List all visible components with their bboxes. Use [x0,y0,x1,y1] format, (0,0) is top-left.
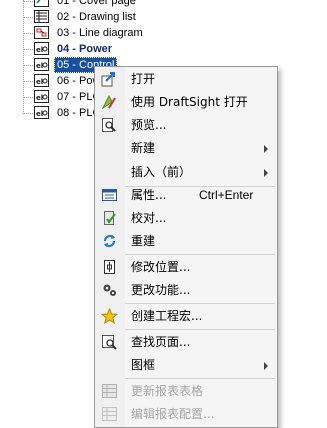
tree-branch [24,49,33,50]
function-gears-icon [103,284,116,296]
menu-item-open-draftsight[interactable]: 使用 DraftSight 打开 [95,91,277,113]
cover-page-icon [34,0,49,7]
menu-item-properties[interactable]: 属性... Ctrl+Enter [95,184,277,206]
menu-item-label: 修改位置... [131,260,191,274]
menu-item-label: 使用 DraftSight 打开 [131,95,248,109]
svg-text:el: el [36,110,43,118]
menu-separator [125,254,275,255]
context-menu: 打开 使用 DraftSight 打开 预览... 新建 插入（前） 属性...… [94,66,278,428]
draftsight-icon [101,94,116,110]
menu-item-update-report-table: 更新报表表格 [95,380,277,402]
menu-item-check[interactable]: 校对... [95,207,277,229]
menu-separator [125,329,275,330]
tree-item-label: 04 - Power [57,43,113,55]
menu-item-rebuild[interactable]: 重建 [95,230,277,252]
svg-text:el: el [36,62,43,70]
position-icon [104,260,115,274]
tree-item-power[interactable]: el 04 - Power [0,41,200,57]
submenu-arrow-icon [264,145,268,153]
menu-item-label: 更新报表表格 [131,384,204,398]
menu-item-create-macro[interactable]: 创建工程宏... [95,305,277,327]
tree-item-drawing-list[interactable]: 02 - Drawing list [0,9,200,25]
menu-item-shortcut: Ctrl+Enter [199,188,254,202]
svg-text:el: el [36,46,43,54]
tree-item-line-diagram[interactable]: 03 - Line diagram [0,25,200,41]
tree-item-label: 03 - Line diagram [57,27,143,39]
submenu-arrow-icon [264,169,268,177]
menu-item-new[interactable]: 新建 [95,137,277,159]
menu-item-label: 插入（前） [131,165,192,179]
menu-item-label: 打开 [131,72,156,86]
menu-item-label: 属性... [131,188,167,202]
menu-item-label: 校对... [131,211,167,225]
tree-branch [24,65,33,66]
tree-item-label: 02 - Drawing list [57,11,136,23]
preview-icon [102,118,116,132]
line-diagram-icon [34,26,49,39]
tree-branch [24,97,33,98]
tree-branch [24,113,33,114]
schematic-sheet-icon: el [34,42,49,55]
menu-item-label: 预览... [131,118,167,132]
rebuild-icon [103,234,116,248]
tree-branch [24,33,33,34]
menu-item-preview[interactable]: 预览... [95,114,277,136]
menu-item-change-location[interactable]: 修改位置... [95,256,277,278]
report-config-icon [102,407,117,421]
report-table-icon [102,384,117,398]
menu-item-label: 重建 [131,234,156,248]
tree-item-cover-page[interactable]: 01 - Cover page [0,0,200,9]
tree-branch [24,1,33,2]
schematic-sheet-icon: el [34,58,49,71]
menu-item-label: 编辑报表配置... [131,407,215,421]
menu-item-open[interactable]: 打开 [95,68,277,90]
schematic-sheet-icon: el [34,106,49,119]
svg-text:el: el [36,78,43,86]
find-page-icon [102,335,117,350]
menu-separator [125,378,275,379]
svg-text:el: el [36,94,43,102]
check-icon [104,211,116,225]
macro-star-icon [101,308,118,324]
tree-item-label: 01 - Cover page [57,0,136,7]
submenu-arrow-icon [264,362,268,370]
menu-item-change-function[interactable]: 更改功能... [95,279,277,301]
menu-separator [125,303,275,304]
tree-branch [24,17,33,18]
properties-icon [102,189,117,201]
menu-item-frame[interactable]: 图框 [95,354,277,376]
menu-item-find-page[interactable]: 查找页面... [95,331,277,353]
schematic-sheet-icon: el [34,90,49,103]
open-arrow-icon [101,72,115,87]
menu-item-label: 创建工程宏... [131,309,203,323]
menu-item-label: 更改功能... [131,283,191,297]
menu-item-label: 新建 [131,141,156,155]
schematic-sheet-icon: el [34,74,49,87]
tree-branch [24,81,33,82]
menu-item-edit-report-config: 编辑报表配置... [95,403,277,425]
drawing-list-icon [34,10,49,23]
menu-item-label: 查找页面... [131,335,191,349]
menu-item-label: 图框 [131,358,156,372]
menu-item-insert-before[interactable]: 插入（前） [95,161,277,183]
